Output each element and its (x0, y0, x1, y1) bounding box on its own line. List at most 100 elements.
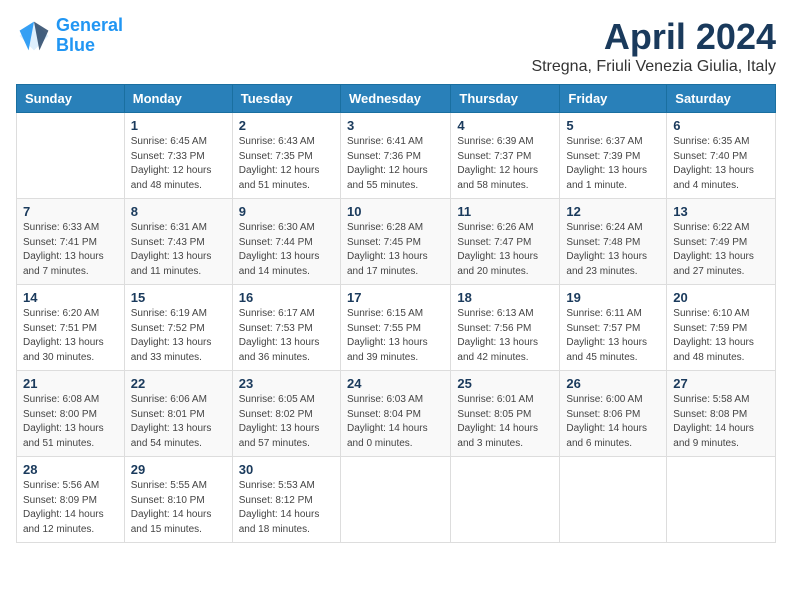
day-info: Sunrise: 6:01 AMSunset: 8:05 PMDaylight:… (457, 393, 553, 451)
day-number: 26 (566, 376, 660, 391)
day-number: 9 (239, 204, 334, 219)
calendar-cell: 5 Sunrise: 6:37 AMSunset: 7:39 PMDaylight… (560, 113, 667, 199)
day-info: Sunrise: 6:13 AMSunset: 7:56 PMDaylight:… (457, 307, 553, 365)
calendar-cell: 26 Sunrise: 6:00 AMSunset: 8:06 PMDayligh… (560, 371, 667, 457)
calendar-cell: 7 Sunrise: 6:33 AMSunset: 7:41 PMDaylight… (17, 199, 125, 285)
day-number: 7 (23, 204, 118, 219)
calendar-cell: 4 Sunrise: 6:39 AMSunset: 7:37 PMDaylight… (451, 113, 560, 199)
calendar-cell: 2 Sunrise: 6:43 AMSunset: 7:35 PMDaylight… (232, 113, 340, 199)
day-info: Sunrise: 6:06 AMSunset: 8:01 PMDaylight:… (131, 393, 226, 451)
calendar-week-row: 21Sunrise: 6:08 AMSunset: 8:00 PMDayligh… (17, 371, 776, 457)
weekday-header-tuesday: Tuesday (232, 85, 340, 113)
weekday-header-monday: Monday (124, 85, 232, 113)
day-info: Sunrise: 6:28 AMSunset: 7:45 PMDaylight:… (347, 221, 444, 279)
day-info: Sunrise: 6:43 AMSunset: 7:35 PMDaylight:… (239, 135, 334, 193)
day-number: 27 (673, 376, 769, 391)
day-number: 11 (457, 204, 553, 219)
calendar-cell: 24 Sunrise: 6:03 AMSunset: 8:04 PMDayligh… (340, 371, 450, 457)
day-number: 19 (566, 290, 660, 305)
calendar-cell: 6 Sunrise: 6:35 AMSunset: 7:40 PMDaylight… (667, 113, 776, 199)
day-number: 15 (131, 290, 226, 305)
day-number: 6 (673, 118, 769, 133)
logo-text: GeneralBlue (56, 16, 123, 56)
calendar-week-row: 1 Sunrise: 6:45 AMSunset: 7:33 PMDaylight… (17, 113, 776, 199)
day-info: Sunrise: 6:33 AMSunset: 7:41 PMDaylight:… (23, 221, 118, 279)
day-number: 3 (347, 118, 444, 133)
day-number: 10 (347, 204, 444, 219)
day-info: Sunrise: 6:03 AMSunset: 8:04 PMDaylight:… (347, 393, 444, 451)
title-area: April 2024 Stregna, Friuli Venezia Giuli… (531, 16, 776, 76)
calendar-week-row: 28Sunrise: 5:56 AMSunset: 8:09 PMDayligh… (17, 457, 776, 543)
day-number: 8 (131, 204, 226, 219)
day-info: Sunrise: 6:19 AMSunset: 7:52 PMDaylight:… (131, 307, 226, 365)
day-info: Sunrise: 6:17 AMSunset: 7:53 PMDaylight:… (239, 307, 334, 365)
calendar-cell: 10 Sunrise: 6:28 AMSunset: 7:45 PMDayligh… (340, 199, 450, 285)
day-info: Sunrise: 6:11 AMSunset: 7:57 PMDaylight:… (566, 307, 660, 365)
day-info: Sunrise: 5:58 AMSunset: 8:08 PMDaylight:… (673, 393, 769, 451)
calendar-cell: 25 Sunrise: 6:01 AMSunset: 8:05 PMDayligh… (451, 371, 560, 457)
calendar-header-row: SundayMondayTuesdayWednesdayThursdayFrid… (17, 85, 776, 113)
day-info: Sunrise: 6:37 AMSunset: 7:39 PMDaylight:… (566, 135, 660, 193)
day-info: Sunrise: 6:20 AMSunset: 7:51 PMDaylight:… (23, 307, 118, 365)
calendar-cell: 17 Sunrise: 6:15 AMSunset: 7:55 PMDayligh… (340, 285, 450, 371)
calendar-cell: 3 Sunrise: 6:41 AMSunset: 7:36 PMDaylight… (340, 113, 450, 199)
day-info: Sunrise: 6:31 AMSunset: 7:43 PMDaylight:… (131, 221, 226, 279)
day-number: 21 (23, 376, 118, 391)
calendar-cell (667, 457, 776, 543)
calendar-cell: 21Sunrise: 6:08 AMSunset: 8:00 PMDayligh… (17, 371, 125, 457)
day-number: 13 (673, 204, 769, 219)
weekday-header-wednesday: Wednesday (340, 85, 450, 113)
calendar-cell: 14 Sunrise: 6:20 AMSunset: 7:51 PMDayligh… (17, 285, 125, 371)
logo: GeneralBlue (16, 16, 123, 56)
day-number: 22 (131, 376, 226, 391)
day-info: Sunrise: 6:30 AMSunset: 7:44 PMDaylight:… (239, 221, 334, 279)
weekday-header-friday: Friday (560, 85, 667, 113)
day-number: 18 (457, 290, 553, 305)
month-title: April 2024 (531, 16, 776, 58)
calendar-cell: 8 Sunrise: 6:31 AMSunset: 7:43 PMDaylight… (124, 199, 232, 285)
weekday-header-thursday: Thursday (451, 85, 560, 113)
day-info: Sunrise: 6:24 AMSunset: 7:48 PMDaylight:… (566, 221, 660, 279)
calendar-cell: 13Sunrise: 6:22 AMSunset: 7:49 PMDayligh… (667, 199, 776, 285)
day-info: Sunrise: 5:53 AMSunset: 8:12 PMDaylight:… (239, 479, 334, 537)
calendar-cell: 15 Sunrise: 6:19 AMSunset: 7:52 PMDayligh… (124, 285, 232, 371)
calendar-cell (560, 457, 667, 543)
day-info: Sunrise: 6:00 AMSunset: 8:06 PMDaylight:… (566, 393, 660, 451)
page-header: GeneralBlue April 2024 Stregna, Friuli V… (16, 16, 776, 76)
calendar-cell: 18 Sunrise: 6:13 AMSunset: 7:56 PMDayligh… (451, 285, 560, 371)
day-info: Sunrise: 6:45 AMSunset: 7:33 PMDaylight:… (131, 135, 226, 193)
calendar-week-row: 7 Sunrise: 6:33 AMSunset: 7:41 PMDaylight… (17, 199, 776, 285)
calendar-cell (451, 457, 560, 543)
calendar-cell: 28Sunrise: 5:56 AMSunset: 8:09 PMDayligh… (17, 457, 125, 543)
day-number: 12 (566, 204, 660, 219)
day-number: 25 (457, 376, 553, 391)
calendar-cell: 27 Sunrise: 5:58 AMSunset: 8:08 PMDayligh… (667, 371, 776, 457)
calendar-cell: 29 Sunrise: 5:55 AMSunset: 8:10 PMDayligh… (124, 457, 232, 543)
day-info: Sunrise: 6:41 AMSunset: 7:36 PMDaylight:… (347, 135, 444, 193)
day-number: 1 (131, 118, 226, 133)
day-info: Sunrise: 6:39 AMSunset: 7:37 PMDaylight:… (457, 135, 553, 193)
weekday-header-sunday: Sunday (17, 85, 125, 113)
day-number: 4 (457, 118, 553, 133)
calendar-cell: 23 Sunrise: 6:05 AMSunset: 8:02 PMDayligh… (232, 371, 340, 457)
calendar-cell (340, 457, 450, 543)
day-number: 17 (347, 290, 444, 305)
day-number: 23 (239, 376, 334, 391)
day-info: Sunrise: 6:05 AMSunset: 8:02 PMDaylight:… (239, 393, 334, 451)
day-number: 29 (131, 462, 226, 477)
calendar-cell: 30Sunrise: 5:53 AMSunset: 8:12 PMDayligh… (232, 457, 340, 543)
day-number: 16 (239, 290, 334, 305)
calendar-cell: 9 Sunrise: 6:30 AMSunset: 7:44 PMDaylight… (232, 199, 340, 285)
day-number: 2 (239, 118, 334, 133)
day-number: 24 (347, 376, 444, 391)
day-info: Sunrise: 5:55 AMSunset: 8:10 PMDaylight:… (131, 479, 226, 537)
day-info: Sunrise: 6:35 AMSunset: 7:40 PMDaylight:… (673, 135, 769, 193)
calendar-cell: 1 Sunrise: 6:45 AMSunset: 7:33 PMDaylight… (124, 113, 232, 199)
day-info: Sunrise: 6:26 AMSunset: 7:47 PMDaylight:… (457, 221, 553, 279)
weekday-header-saturday: Saturday (667, 85, 776, 113)
day-number: 14 (23, 290, 118, 305)
day-info: Sunrise: 6:15 AMSunset: 7:55 PMDaylight:… (347, 307, 444, 365)
calendar-cell: 20Sunrise: 6:10 AMSunset: 7:59 PMDayligh… (667, 285, 776, 371)
day-number: 5 (566, 118, 660, 133)
day-number: 20 (673, 290, 769, 305)
